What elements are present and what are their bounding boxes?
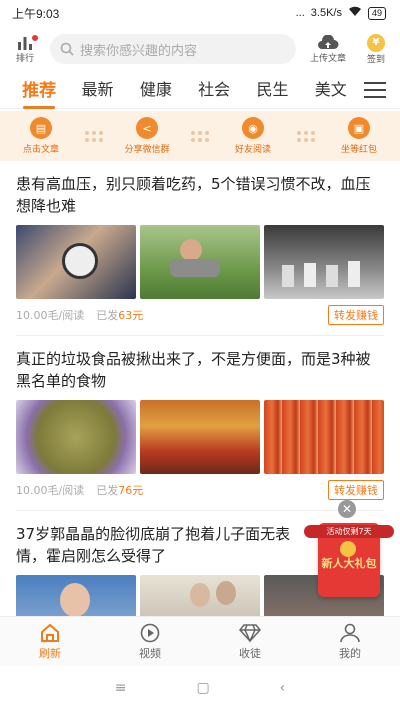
nav-label: 收徒 [239, 647, 261, 660]
article-title: 患有高血压，别只顾着吃药，5个错误习惯不改，血压想降也难 [16, 175, 371, 215]
upload-label: 上传文章 [309, 53, 346, 64]
battery-icon: 49 [367, 6, 386, 20]
article-image-spicy-strips [264, 400, 384, 474]
cloud-upload-icon [318, 34, 339, 49]
nav-label: 视频 [139, 647, 161, 660]
article-images [16, 400, 384, 474]
status-icons: ... 3.5K/s 49 [296, 6, 386, 20]
system-nav-bar: ≡ ▢ ‹ [0, 666, 400, 710]
rank-button[interactable]: 排行 [8, 34, 42, 64]
close-icon[interactable]: ✕ [338, 500, 356, 518]
nav-refresh[interactable]: 刷新 [0, 617, 100, 667]
nav-profile[interactable]: 我的 [300, 617, 400, 667]
step-click-article[interactable]: ▤ 点击文章 [11, 117, 71, 155]
upload-article-button[interactable]: 上传文章 [304, 34, 352, 64]
play-icon [140, 623, 160, 643]
dots-separator [297, 130, 315, 142]
wifi-icon [348, 6, 362, 20]
signal-dots: ... [295, 7, 305, 19]
earn-steps-bar: ▤ 点击文章 < 分享微信群 ◉ 好友阅读 ▣ 坐等红包 [0, 111, 400, 161]
tab-recommend[interactable]: 推荐 [10, 76, 68, 109]
new-user-gift-promo[interactable]: ✕ 活动仅剩7天 新人大礼包 [304, 500, 396, 611]
home-icon [41, 623, 59, 642]
coin-icon: ¥ [367, 33, 385, 52]
eye-icon: ◉ [242, 117, 264, 139]
menu-lines-icon[interactable]: ≡ [115, 680, 127, 696]
diamond-icon [239, 624, 261, 643]
share-earn-button[interactable]: 转发赚钱 [328, 480, 384, 500]
tab-society[interactable]: 社会 [185, 76, 243, 104]
share-earn-button[interactable]: 转发赚钱 [328, 305, 384, 325]
search-input[interactable]: 搜索你感兴趣的内容 [50, 34, 296, 64]
network-speed: 3.5K/s [310, 7, 342, 19]
promo-text: 新人大礼包 [321, 557, 377, 570]
step-red-packet[interactable]: ▣ 坐等红包 [329, 117, 389, 155]
bottom-nav: 刷新 视频 收徒 我的 [0, 616, 400, 667]
sent-amount: 76元 [118, 484, 144, 497]
step-label: 好友阅读 [234, 145, 271, 155]
read-rate: 10.00毛/阅读 [16, 309, 85, 322]
article-image-exercise [140, 225, 260, 299]
nav-apprentice[interactable]: 收徒 [200, 617, 300, 667]
sent-amount: 63元 [118, 309, 144, 322]
share-icon: < [136, 117, 158, 139]
tab-livelihood[interactable]: 民生 [243, 76, 301, 104]
step-share-wechat[interactable]: < 分享微信群 [117, 117, 177, 155]
top-bar: 排行 搜索你感兴趣的内容 上传文章 ¥ 签到 [0, 26, 400, 72]
sent-prefix: 已发 [96, 309, 119, 322]
step-label: 点击文章 [22, 145, 59, 155]
nav-video[interactable]: 视频 [100, 617, 200, 667]
nav-label: 刷新 [39, 647, 61, 660]
tab-essays[interactable]: 美文 [302, 76, 360, 104]
sent-prefix: 已发 [96, 484, 119, 497]
signin-button[interactable]: ¥ 签到 [360, 33, 392, 65]
dots-separator [85, 130, 103, 142]
status-time: 上午9:03 [12, 6, 60, 21]
article-image-skewers [140, 400, 260, 474]
dots-separator [191, 130, 209, 142]
notification-dot [32, 34, 38, 41]
read-rate: 10.00毛/阅读 [16, 484, 85, 497]
article-image-blood-pressure [16, 225, 136, 299]
home-square-icon[interactable]: ▢ [196, 680, 209, 696]
coin-icon [340, 541, 356, 557]
step-label: 坐等红包 [340, 145, 377, 155]
article-image-noodles [16, 400, 136, 474]
document-icon: ▤ [30, 117, 52, 139]
article-meta: 10.00毛/阅读 已发 76元 转发赚钱 [16, 480, 384, 500]
article-item[interactable]: 真正的垃圾食品被揪出来了，不是方便面，而是3种被黑名单的食物 10.00毛/阅读… [16, 336, 384, 511]
article-title: 真正的垃圾食品被揪出来了，不是方便面，而是3种被黑名单的食物 [16, 350, 371, 390]
menu-icon[interactable] [360, 82, 390, 98]
nav-label: 我的 [339, 647, 361, 660]
article-images [16, 225, 384, 299]
rank-label: 排行 [15, 53, 34, 64]
search-icon [60, 42, 74, 56]
step-label: 分享微信群 [124, 145, 170, 155]
category-tabs: 推荐 最新 健康 社会 民生 美文 [0, 72, 400, 109]
promo-tag: 活动仅剩7天 [304, 525, 394, 538]
tab-latest[interactable]: 最新 [68, 76, 126, 104]
status-bar: 上午9:03 ... 3.5K/s 49 [0, 0, 400, 26]
article-image-drinks [264, 225, 384, 299]
red-packet-icon: ▣ [348, 117, 370, 139]
search-placeholder: 搜索你感兴趣的内容 [80, 43, 198, 59]
back-icon[interactable]: ‹ [280, 680, 286, 696]
signin-label: 签到 [366, 54, 385, 65]
user-icon [340, 623, 360, 643]
tab-health[interactable]: 健康 [127, 76, 185, 104]
article-item[interactable]: 患有高血压，别只顾着吃药，5个错误习惯不改，血压想降也难 10.00毛/阅读 已… [16, 161, 384, 336]
article-meta: 10.00毛/阅读 已发 63元 转发赚钱 [16, 305, 384, 325]
step-friend-read[interactable]: ◉ 好友阅读 [223, 117, 283, 155]
